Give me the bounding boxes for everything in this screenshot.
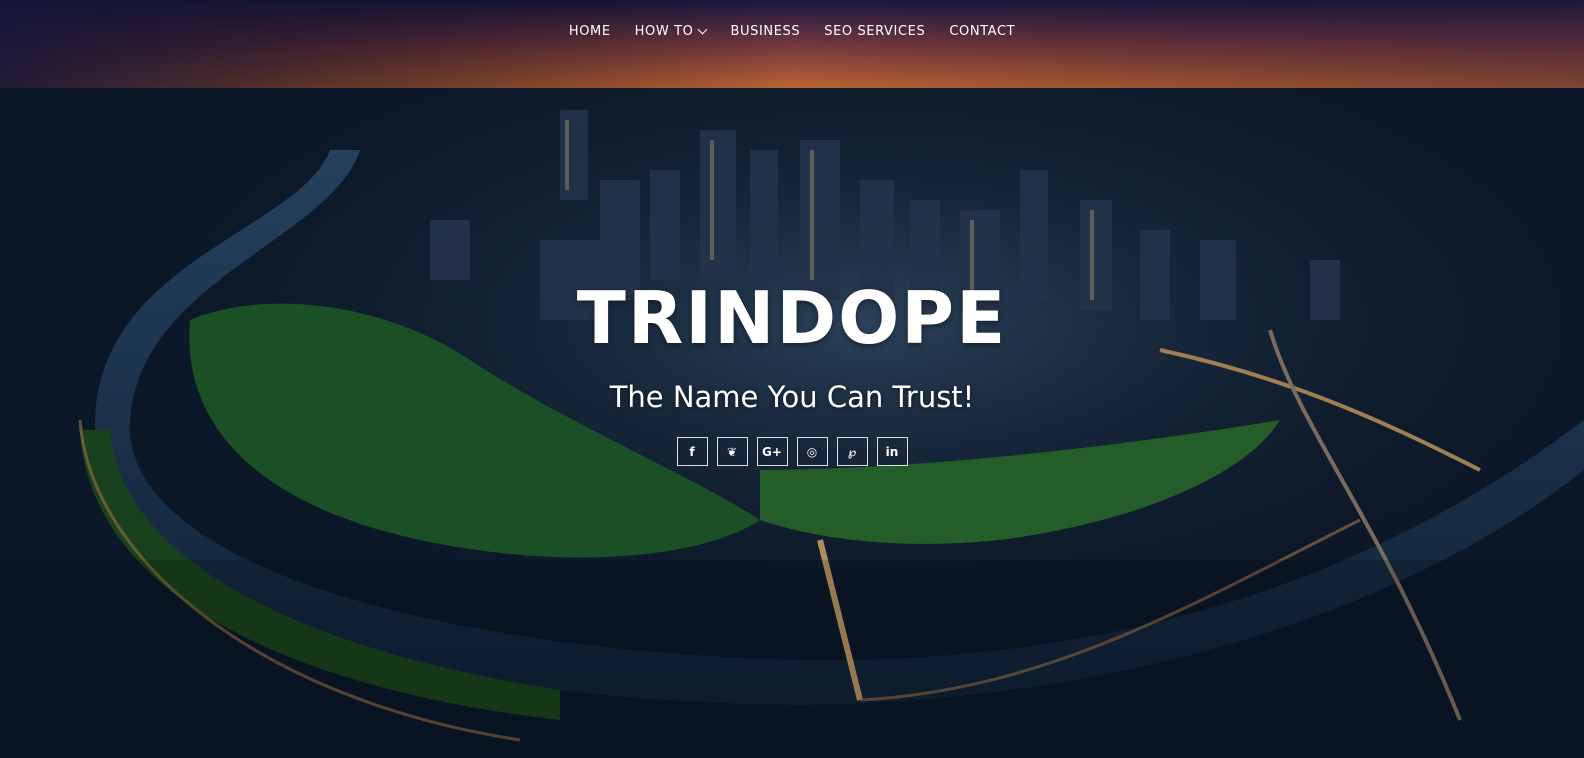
nav-item-label: CONTACT	[949, 24, 1016, 39]
nav-item-seo-services[interactable]: SEO SERVICES	[824, 24, 925, 39]
twitter-icon: ❦	[726, 444, 738, 459]
site-tagline: The Name You Can Trust!	[609, 380, 975, 414]
instagram-button[interactable]: ◎	[796, 437, 828, 466]
pinterest-button[interactable]: ℘	[836, 437, 868, 466]
linkedin-button[interactable]: in	[876, 437, 908, 466]
hero-section	[0, 0, 1584, 758]
nav-item-label: HOME	[568, 24, 611, 39]
social-links: f ❦ G+ ◎ ℘ in	[0, 437, 1584, 466]
linkedin-icon: in	[885, 444, 899, 459]
chevron-down-icon	[698, 24, 708, 35]
nav-item-how-to[interactable]: HOW TO	[634, 24, 708, 39]
nav-item-business[interactable]: BUSINESS	[730, 24, 800, 39]
facebook-button[interactable]: f	[676, 437, 708, 466]
nav-item-label: HOW TO	[634, 24, 694, 39]
nav-item-label: SEO SERVICES	[824, 24, 926, 39]
nav-menu: HOME HOW TO BUSINESS SEO SERVICES CONTAC…	[557, 24, 1027, 39]
pinterest-icon: ℘	[847, 444, 857, 459]
twitter-button[interactable]: ❦	[716, 437, 748, 466]
nav-item-home[interactable]: HOME	[569, 24, 611, 39]
main-navigation: HOME HOW TO BUSINESS SEO SERVICES CONTAC…	[0, 22, 1584, 40]
site-title: TRINDOPE	[576, 276, 1008, 360]
nav-item-contact[interactable]: CONTACT	[949, 24, 1015, 39]
instagram-icon: ◎	[806, 444, 818, 459]
facebook-icon: f	[689, 444, 695, 459]
dark-overlay	[0, 0, 1584, 758]
google-plus-icon: G+	[762, 444, 782, 459]
nav-item-label: BUSINESS	[730, 24, 801, 39]
google-plus-button[interactable]: G+	[756, 437, 788, 466]
